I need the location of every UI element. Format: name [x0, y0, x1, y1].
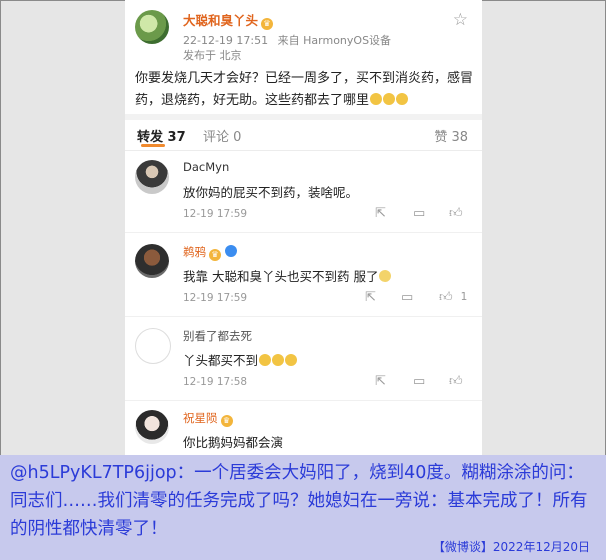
- comment-item: 祝星陨 ♛ 你比鹅妈妈都会演: [125, 402, 482, 455]
- post-device: 来自 HarmonyOS设备: [277, 34, 392, 47]
- like-count: 1: [460, 291, 468, 303]
- vip-badge-icon: ♛: [261, 18, 274, 30]
- post-author-name[interactable]: 大聪和臭丫头: [183, 13, 258, 28]
- tab-like[interactable]: 赞 38: [434, 126, 468, 145]
- avatar[interactable]: [135, 328, 171, 364]
- comment-author-name[interactable]: 祝星陨: [183, 411, 218, 425]
- caption-text: @h5LPyKL7TP6jjop：一个居委会大妈阳了，烧到40度。糊糊涂涂的问：…: [10, 463, 588, 539]
- rolling-eyes-emoji-icon: [259, 354, 272, 366]
- star-outline-icon[interactable]: ☆: [453, 10, 468, 30]
- comment-author-name[interactable]: 鹈鸦: [183, 245, 206, 259]
- active-tab-indicator: [141, 144, 165, 147]
- comment-author[interactable]: 别看了都去死: [183, 328, 252, 344]
- share-icon[interactable]: ⇱: [365, 290, 376, 305]
- vip-badge-icon: ♛: [220, 415, 233, 427]
- comment-time: 12-19 17:59: [183, 208, 248, 220]
- verified-badge-icon: [225, 245, 237, 257]
- crying-emoji-icon: [370, 93, 383, 105]
- post-timestamp: 22-12-19 17:51: [183, 34, 269, 47]
- bowl-emoji-icon: [379, 270, 392, 282]
- post-tabs: 转发 37 评论 0 赞 38: [125, 120, 482, 150]
- post-avatar[interactable]: [135, 10, 169, 44]
- comment-icon[interactable]: ▭: [413, 206, 425, 221]
- comment-text: 我靠 大聪和臭丫头也买不到药 服了: [183, 266, 392, 285]
- tab-repost[interactable]: 转发 37: [137, 126, 186, 145]
- like-icon[interactable]: 👍︎: [449, 374, 463, 389]
- vip-badge-icon: ♛: [209, 249, 221, 261]
- share-icon[interactable]: ⇱: [375, 374, 386, 389]
- comment-item: 别看了都去死 丫头都买不到 12-19 17:58 ⇱ ▭ 👍︎: [125, 320, 482, 400]
- caption-banner: @h5LPyKL7TP6jjop：一个居委会大妈阳了，烧到40度。糊糊涂涂的问：…: [0, 455, 606, 560]
- comment-item: DacMyn 放你妈的屁买不到药，装啥呢。 12-19 17:59 ⇱ ▭ 👍︎: [125, 152, 482, 232]
- post-author[interactable]: 大聪和臭丫头 ♛: [183, 10, 274, 30]
- post-meta: 22-12-19 17:51 来自 HarmonyOS设备: [183, 32, 391, 48]
- tab-comment[interactable]: 评论 0: [203, 126, 241, 145]
- share-icon[interactable]: ⇱: [375, 206, 386, 221]
- comment-icon[interactable]: ▭: [401, 290, 413, 305]
- comment-time: 12-19 17:59: [183, 292, 248, 304]
- crying-emoji-icon: [396, 93, 409, 105]
- comment-author[interactable]: DacMyn: [183, 160, 229, 174]
- comment-author[interactable]: 祝星陨 ♛: [183, 410, 233, 427]
- comment-divider: [125, 316, 482, 317]
- comment-text: 放你妈的屁买不到药，装啥呢。: [183, 185, 359, 200]
- post-location: 发布于 北京: [183, 49, 242, 62]
- crying-emoji-icon: [383, 93, 396, 105]
- comment-item: 鹈鸦 ♛ 我靠 大聪和臭丫头也买不到药 服了 12-19 17:59 ⇱ ▭ 👍︎…: [125, 236, 482, 316]
- post-body: 你要发烧几天才会好？已经一周多了，买不到消炎药，感冒药，退烧药，好无助。这些药都…: [135, 68, 475, 112]
- post-text: 你要发烧几天才会好？已经一周多了，买不到消炎药，感冒药，退烧药，好无助。这些药都…: [135, 71, 474, 108]
- like-button[interactable]: 👍︎ 1: [439, 290, 467, 305]
- like-icon[interactable]: 👍︎: [439, 290, 453, 305]
- comment-text-content: 我靠 大聪和臭丫头也买不到药 服了: [183, 269, 379, 284]
- rolling-eyes-emoji-icon: [285, 354, 298, 366]
- comment-divider: [125, 232, 482, 233]
- avatar[interactable]: [135, 244, 169, 278]
- avatar[interactable]: [135, 160, 169, 194]
- rolling-eyes-emoji-icon: [272, 354, 285, 366]
- comment-author[interactable]: 鹈鸦 ♛: [183, 244, 237, 261]
- weibo-post-card: 大聪和臭丫头 ♛ 22-12-19 17:51 来自 HarmonyOS设备 发布…: [125, 0, 482, 455]
- caption-credit: 【微博谈】2022年12月20日: [432, 540, 590, 554]
- comment-icon[interactable]: ▭: [413, 374, 425, 389]
- comment-text: 丫头都买不到: [183, 350, 298, 369]
- comment-time: 12-19 17:58: [183, 376, 248, 388]
- avatar[interactable]: [135, 410, 169, 444]
- tabs-divider: [125, 150, 482, 151]
- comment-text: 你比鹅妈妈都会演: [183, 435, 284, 450]
- comment-text-content: 丫头都买不到: [183, 353, 259, 368]
- comment-divider: [125, 400, 482, 401]
- like-icon[interactable]: 👍︎: [449, 206, 463, 221]
